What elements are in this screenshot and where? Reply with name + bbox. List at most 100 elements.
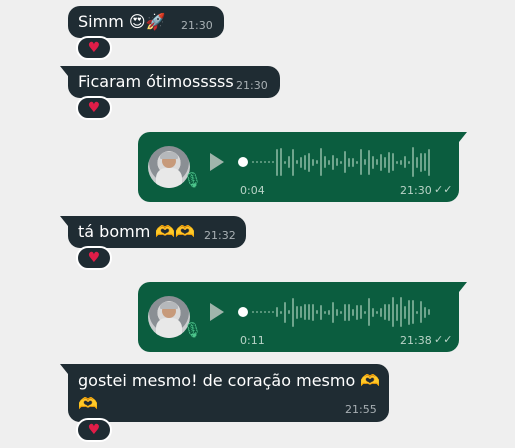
waveform-bar [308,152,310,172]
message-text-content: tá bomm [78,222,151,241]
avatar-body [156,168,182,188]
message-time: 21:30 [181,19,213,32]
voice-bubble[interactable]: 🎙 0:04 21:30 ✓✓ [138,132,467,202]
waveform-bar [340,160,342,164]
playhead[interactable] [238,307,248,317]
waveform-bar [364,310,366,314]
waveform-bar [416,310,418,314]
waveform-bar [332,154,334,170]
waveform-bar [392,297,394,327]
waveform-bar [296,160,298,164]
waveform-bar [320,148,322,176]
waveform-bar [428,148,430,176]
waveform-bar [276,307,278,317]
double-check-icon: ✓✓ [434,333,453,346]
message-time: 21:30 [400,184,432,197]
waveform-bar [368,149,370,175]
waveform[interactable] [238,294,446,330]
waveform-bar [252,311,254,313]
emoji: 🫶 [78,394,98,413]
waveform-bar [280,310,282,314]
waveform-bar [388,151,390,173]
waveform-bar [420,152,422,172]
waveform-bar [264,161,266,163]
waveform-bar [384,156,386,168]
voice-bubble[interactable]: 🎙 0:11 21:38 ✓✓ [138,282,467,352]
message-time: 21:32 [204,229,236,242]
waveform[interactable] [238,144,446,180]
waveform-bar [336,158,338,166]
waveform-bar [312,303,314,321]
message-text: gostei mesmo! de coração mesmo 🫶 [78,371,380,390]
waveform-bar [332,301,334,323]
reaction-badge[interactable]: ♥ [76,246,112,270]
waveform-bar [288,156,290,168]
waveform-bar [300,156,302,168]
waveform-bar [368,298,370,326]
waveform-bar [296,305,298,319]
waveform-bar [412,300,414,324]
waveform-bar [392,153,394,171]
message-text: tá bomm 🫶🫶 [78,222,195,241]
emoji: 😍🚀 [128,12,166,31]
waveform-bar [288,310,290,314]
message-bubble[interactable]: Simm 😍🚀 21:30 [68,6,224,38]
waveform-bar [300,306,302,318]
emoji: 🫶🫶 [155,222,196,241]
voice-duration: 0:04 [240,184,265,197]
waveform-bar [336,308,338,316]
waveform-bar [292,297,294,327]
message-bubble[interactable]: Ficaram ótimosssss 21:30 [60,66,280,98]
waveform-bar [396,160,398,164]
message-bubble[interactable]: tá bomm 🫶🫶 21:32 [60,216,246,248]
waveform-bar [352,308,354,316]
waveform-bar [268,311,270,313]
play-icon[interactable] [210,303,224,321]
message-text: Ficaram ótimosssss [78,72,234,91]
waveform-bar [304,304,306,320]
waveform-bar [376,159,378,165]
waveform-bar [272,311,274,313]
heart-icon: ♥ [87,422,101,438]
waveform-bar [268,161,270,163]
message-time: 21:30 [236,79,268,92]
waveform-bar [260,161,262,163]
waveform-bar [360,305,362,319]
waveform-bar [384,304,386,320]
reaction-badge[interactable]: ♥ [76,96,112,120]
waveform-bar [340,310,342,314]
waveform-bar [360,149,362,175]
waveform-bar [284,301,286,323]
waveform-bar [328,159,330,165]
waveform-bar [264,311,266,313]
message-text: Simm 😍🚀 [78,12,165,31]
waveform-bar [400,159,402,165]
chat-view: { "chat": { "messages": [ { "text": "Sim… [0,0,515,448]
message-time: 21:38 [400,334,432,347]
waveform-bar [380,307,382,317]
waveform-bar [304,154,306,170]
playhead[interactable] [238,157,248,167]
message-bubble[interactable]: gostei mesmo! de coração mesmo 🫶 🫶 21:55 [60,364,389,422]
waveform-bar [408,160,410,164]
waveform-bar [284,160,286,164]
waveform-bar [324,156,326,168]
heart-icon: ♥ [87,100,101,116]
waveform-bar [372,155,374,169]
avatar-body [156,318,182,338]
heart-icon: ♥ [87,250,101,266]
waveform-bar [308,304,310,320]
waveform-bar [348,157,350,167]
waveform-bar [324,310,326,314]
play-icon[interactable] [210,153,224,171]
waveform-bar [424,306,426,318]
reaction-badge[interactable]: ♥ [76,418,112,442]
waveform-bar [352,157,354,167]
waveform-bar [404,156,406,168]
reaction-badge[interactable]: ♥ [76,36,112,60]
message-time: 21:55 [345,403,377,416]
double-check-icon: ✓✓ [434,183,453,196]
waveform-bar [416,156,418,168]
message-text-content: Simm [78,12,124,31]
waveform-bar [388,303,390,321]
